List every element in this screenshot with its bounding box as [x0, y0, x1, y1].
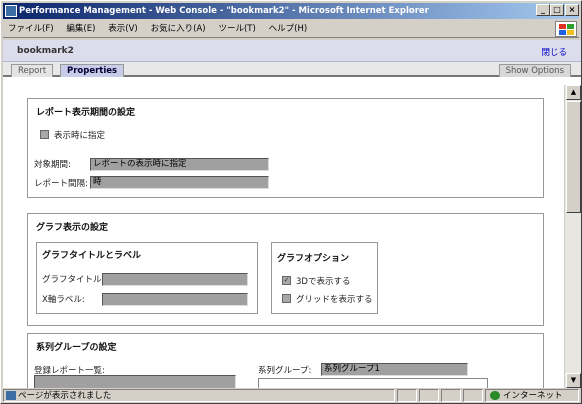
xaxis-field[interactable] — [102, 293, 248, 306]
report-interval-label: レポート間隔: — [34, 179, 88, 189]
show-grid-label: グリッドを表示する — [296, 295, 373, 305]
registered-reports-list[interactable] — [34, 375, 236, 388]
show-options-button[interactable]: Show Options — [498, 64, 571, 77]
status-cell — [441, 389, 461, 402]
target-period-field[interactable]: レポートの表示時に指定 — [90, 158, 269, 171]
internet-zone-icon — [490, 391, 500, 400]
show-grid-checkbox[interactable] — [282, 294, 291, 303]
menu-view[interactable]: 表示(V) — [103, 20, 142, 38]
status-cell — [419, 389, 439, 402]
status-cell — [397, 389, 417, 402]
page-content: bookmark2 閉じる Report Properties Show Opt… — [3, 40, 581, 388]
vertical-scrollbar[interactable]: ▲ ▼ — [564, 85, 581, 388]
maximize-button[interactable]: □ — [550, 4, 564, 16]
status-text-cell: ページが表示されました — [3, 389, 395, 402]
specify-at-display-label: 表示時に指定 — [54, 131, 106, 141]
tab-report[interactable]: Report — [11, 64, 54, 77]
status-cell — [463, 389, 483, 402]
header-bar: bookmark2 閉じる — [3, 40, 581, 62]
menu-help[interactable]: ヘルプ(H) — [264, 20, 313, 38]
page-icon — [6, 391, 16, 400]
zone-text: インターネット — [503, 391, 563, 401]
windows-logo-icon — [555, 21, 577, 37]
scroll-thumb[interactable] — [566, 101, 581, 213]
series-list-box[interactable] — [258, 378, 488, 388]
specify-at-display-checkbox[interactable] — [40, 130, 49, 139]
graph-title-label-group-title: グラフタイトルとラベル — [42, 251, 142, 261]
series-group-panel: 系列グループの設定 登録レポート一覧: 系列グループ: 系列グループ1 — [27, 333, 544, 388]
window-title: Performance Management - Web Console - "… — [19, 6, 429, 16]
graph-settings-title: グラフ表示の設定 — [36, 223, 109, 233]
minimize-button[interactable]: _ — [536, 4, 550, 16]
display-3d-checkbox[interactable]: ✓ — [282, 276, 291, 285]
title-bar: Performance Management - Web Console - "… — [3, 3, 579, 19]
graph-title-field[interactable] — [102, 273, 248, 286]
series-group-title: 系列グループの設定 — [36, 343, 117, 353]
browser-window: Performance Management - Web Console - "… — [0, 0, 582, 404]
report-interval-field[interactable]: 時 — [90, 176, 269, 189]
menu-favorites[interactable]: お気に入り(A) — [146, 20, 211, 38]
graph-options-title: グラフオプション — [277, 254, 350, 264]
tab-row: Report Properties Show Options — [3, 62, 581, 77]
period-settings-title: レポート表示期間の設定 — [36, 108, 136, 118]
target-period-label: 対象期間: — [34, 160, 71, 170]
graph-title-label: グラフタイトル: — [42, 275, 105, 285]
period-settings-panel: レポート表示期間の設定 表示時に指定 対象期間: レポートの表示時に指定 レポー… — [27, 98, 544, 198]
graph-options-group: グラフオプション ✓ 3Dで表示する グリッドを表示する — [271, 242, 378, 314]
close-window-button[interactable]: × — [565, 4, 579, 16]
display-3d-label: 3Dで表示する — [296, 277, 351, 287]
status-bar: ページが表示されました インターネット — [3, 389, 581, 403]
menu-edit[interactable]: 編集(E) — [61, 20, 100, 38]
graph-settings-panel: グラフ表示の設定 グラフタイトルとラベル グラフタイトル: X軸ラベル: グラフ… — [27, 213, 544, 326]
series-group-field[interactable]: 系列グループ1 — [321, 363, 468, 376]
menu-file[interactable]: ファイル(F) — [3, 20, 59, 38]
security-zone-cell: インターネット — [485, 389, 579, 402]
tab-properties[interactable]: Properties — [60, 64, 125, 77]
ie-icon — [5, 5, 17, 17]
menu-tools[interactable]: ツール(T) — [213, 20, 260, 38]
xaxis-label: X軸ラベル: — [42, 295, 85, 305]
status-text: ページが表示されました — [18, 391, 112, 401]
scroll-up-arrow-icon[interactable]: ▲ — [566, 85, 581, 100]
menu-bar: ファイル(F) 編集(E) 表示(V) お気に入り(A) ツール(T) ヘルプ(… — [3, 20, 579, 38]
page-title: bookmark2 — [17, 46, 74, 56]
series-group-label: 系列グループ: — [258, 366, 312, 376]
close-link[interactable]: 閉じる — [541, 46, 567, 58]
graph-title-label-group: グラフタイトルとラベル グラフタイトル: X軸ラベル: — [36, 242, 258, 314]
scroll-down-arrow-icon[interactable]: ▼ — [566, 373, 581, 388]
